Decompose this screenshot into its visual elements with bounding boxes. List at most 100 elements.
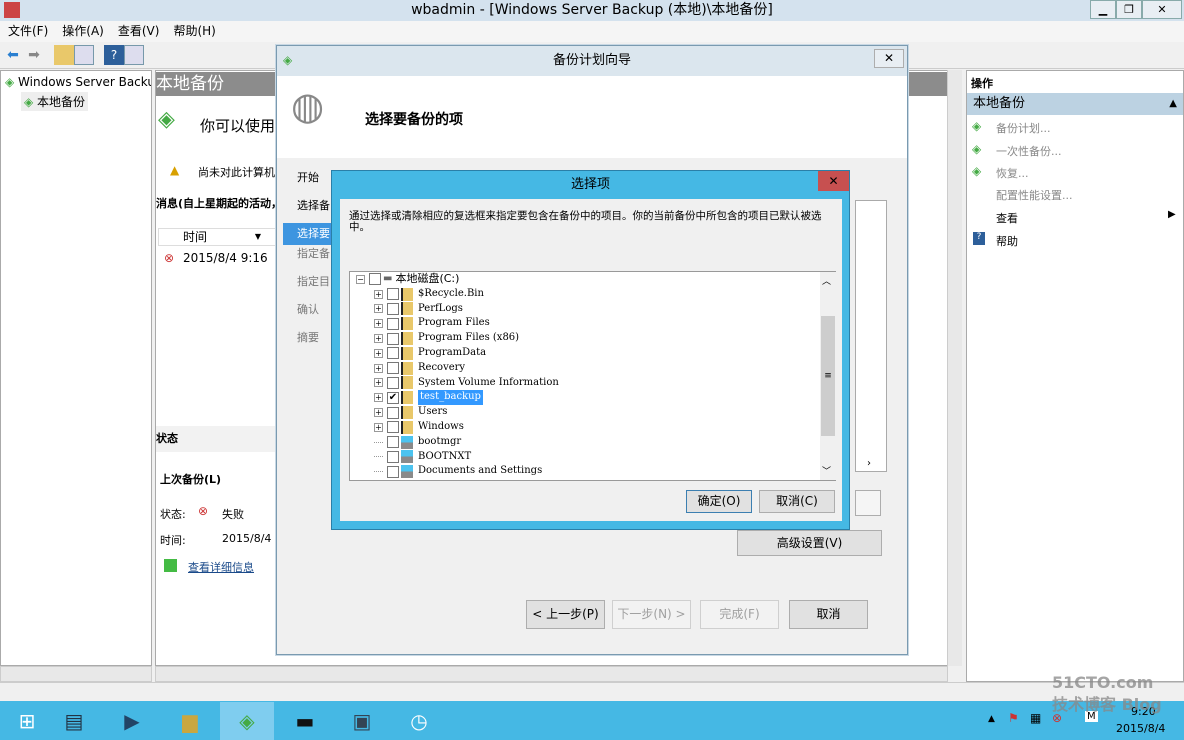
minimize-button[interactable]: ▁ — [1090, 0, 1116, 19]
action-recover[interactable]: 恢复... — [996, 165, 1029, 181]
checkbox[interactable] — [369, 273, 381, 286]
expand-icon[interactable]: + — [374, 348, 383, 358]
tree-item[interactable]: + ProgramData — [356, 346, 559, 361]
menu-help[interactable]: 帮助(H) — [173, 21, 215, 42]
menu-action[interactable]: 操作(A) — [62, 21, 104, 42]
ok-button[interactable]: 确定(O) — [686, 490, 752, 513]
tray-expand-icon[interactable]: ▲ — [988, 714, 995, 724]
up-folder-icon[interactable] — [54, 45, 74, 65]
tree-item[interactable]: + Program Files — [356, 316, 559, 331]
actions-section-header[interactable]: 本地备份 ▲ — [967, 93, 1183, 115]
watermark: 51CTO.com 技术博客 Blog — [1052, 673, 1162, 714]
checkbox[interactable] — [387, 347, 399, 360]
scroll-up-icon[interactable]: ︿ — [822, 274, 831, 287]
last-backup-title: 上次备份(L) — [160, 473, 222, 486]
network-icon[interactable]: ▣ — [335, 702, 389, 740]
clock-app-icon[interactable]: ◷ — [392, 702, 446, 740]
tree-item[interactable]: + Program Files (x86) — [356, 331, 559, 346]
action-center-icon[interactable]: ⚑ — [1008, 711, 1019, 725]
expand-icon[interactable]: + — [374, 334, 383, 344]
clock-date[interactable]: 2015/8/4 — [1116, 722, 1165, 735]
expand-icon[interactable]: + — [374, 378, 383, 388]
action-view[interactable]: 查看 — [996, 210, 1018, 226]
explorer-icon[interactable]: ▆ — [163, 702, 217, 740]
expand-icon[interactable]: + — [374, 393, 383, 403]
restore-button[interactable]: ❐ — [1116, 0, 1142, 19]
menu-file[interactable]: 文件(F) — [8, 21, 48, 42]
help-icon[interactable]: ? — [104, 45, 124, 65]
expand-icon[interactable]: + — [374, 304, 383, 314]
expand-icon[interactable]: + — [374, 422, 383, 432]
cmd-icon[interactable]: ▬ — [278, 702, 332, 740]
tree-item[interactable]: BOOTNXT — [356, 450, 559, 465]
tree-item[interactable]: + PerfLogs — [356, 302, 559, 317]
expand-icon[interactable]: + — [374, 408, 383, 418]
tree-item[interactable]: + Users — [356, 405, 559, 420]
checkbox[interactable] — [387, 362, 399, 375]
wizard-nav-select-items[interactable]: 选择要 — [283, 223, 333, 245]
scroll-thumb[interactable]: ≡ — [821, 316, 835, 436]
checkbox[interactable] — [387, 450, 399, 463]
tree-root[interactable]: ◈ Windows Server Backup — [5, 75, 151, 89]
tree-root-drive[interactable]: − ▬ 本地磁盘(C:) — [356, 272, 559, 287]
scroll-right-icon[interactable]: › — [867, 458, 871, 469]
back-icon[interactable]: ⬅ — [3, 45, 23, 65]
expand-icon[interactable]: + — [374, 319, 383, 329]
wbadmin-taskbar-icon[interactable]: ◈ — [220, 702, 274, 740]
center-hscrollbar[interactable] — [155, 666, 948, 682]
back-button[interactable]: < 上一步(P) — [526, 600, 605, 629]
checkbox[interactable] — [387, 317, 399, 330]
dialog-close-button[interactable]: ✕ — [818, 171, 849, 191]
action-backup-schedule[interactable]: 备份计划... — [996, 120, 1051, 136]
tree-vscrollbar[interactable]: ︿ ≡ ﹀ — [820, 272, 836, 480]
wizard-cancel-button[interactable]: 取消 — [789, 600, 868, 629]
advanced-settings-button[interactable]: 高级设置(V) — [737, 530, 882, 556]
checkbox[interactable] — [387, 436, 399, 449]
checkbox[interactable] — [387, 302, 399, 315]
sort-icon: ▼ — [254, 232, 261, 241]
column-header-time[interactable]: 时间 ▼ — [158, 228, 278, 246]
action-backup-once[interactable]: 一次性备份... — [996, 143, 1062, 159]
action-configure-performance[interactable]: 配置性能设置... — [996, 187, 1073, 203]
tree-item[interactable]: bootmgr — [356, 435, 559, 450]
show-hide-action-pane-icon[interactable] — [124, 45, 144, 65]
finish-button[interactable]: 完成(F) — [700, 600, 779, 629]
next-button[interactable]: 下一步(N) > — [612, 600, 691, 629]
powershell-icon[interactable]: ▶ — [105, 702, 159, 740]
tree-item[interactable]: Documents and Settings — [356, 464, 559, 479]
forward-icon[interactable]: ➡ — [24, 45, 44, 65]
remove-items-button[interactable] — [855, 490, 881, 516]
checkbox[interactable] — [387, 465, 399, 478]
expand-icon[interactable]: + — [374, 289, 383, 299]
tree-item[interactable]: + Recovery — [356, 361, 559, 376]
menu-view[interactable]: 查看(V) — [118, 21, 160, 42]
center-vscrollbar[interactable] — [947, 70, 962, 666]
tree-hscrollbar[interactable] — [0, 666, 152, 682]
action-help[interactable]: 帮助 — [996, 233, 1018, 249]
checkbox[interactable] — [387, 332, 399, 345]
checkbox[interactable] — [387, 288, 399, 301]
tree-item-local-backup[interactable]: ◈ 本地备份 — [21, 92, 89, 111]
checkbox[interactable] — [387, 421, 399, 434]
scroll-down-icon[interactable]: ﹀ — [822, 464, 831, 477]
collapse-icon[interactable]: − — [356, 274, 365, 284]
wizard-close-button[interactable]: ✕ — [874, 49, 904, 68]
server-manager-icon[interactable]: ▤ — [47, 702, 101, 740]
tree-item[interactable]: + System Volume Information — [356, 376, 559, 391]
wizard-heading: 选择要备份的项 — [365, 112, 463, 128]
view-details-link[interactable]: 查看详细信息 — [188, 559, 254, 575]
item-list-box[interactable] — [855, 200, 887, 472]
show-hide-tree-icon[interactable] — [74, 45, 94, 65]
close-button[interactable]: ✕ — [1142, 0, 1182, 19]
tree-item[interactable]: + $Recycle.Bin — [356, 287, 559, 302]
network-tray-icon[interactable]: ▦ — [1030, 711, 1041, 725]
tree-item[interactable]: + ✔ test_backup — [356, 390, 559, 406]
checkbox[interactable]: ✔ — [387, 391, 399, 404]
message-row-time[interactable]: 2015/8/4 9:16 — [183, 251, 268, 265]
tree-item[interactable]: + Windows — [356, 420, 559, 435]
expand-icon[interactable]: + — [374, 363, 383, 373]
start-button[interactable]: ⊞ — [0, 702, 54, 740]
checkbox[interactable] — [387, 376, 399, 389]
checkbox[interactable] — [387, 406, 399, 419]
dialog-cancel-button[interactable]: 取消(C) — [759, 490, 835, 513]
